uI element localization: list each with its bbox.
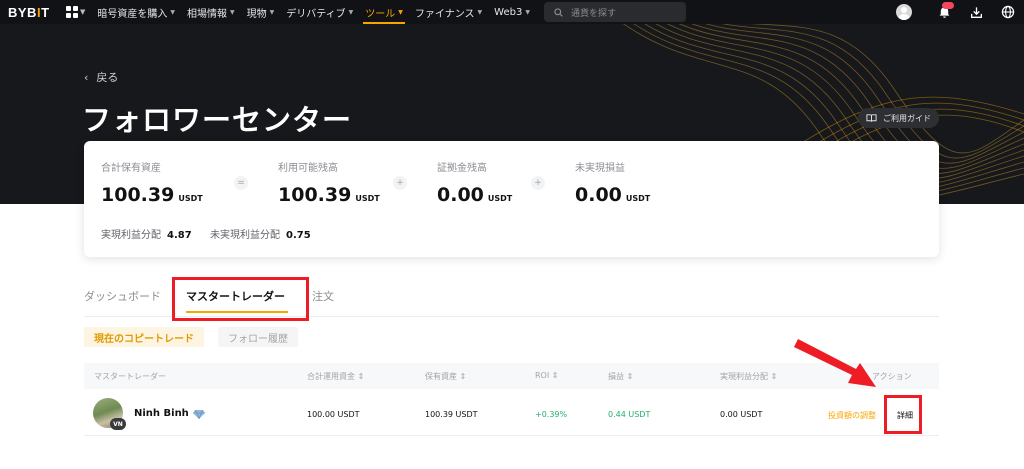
cell-pnl: 0.44 USDT xyxy=(608,410,651,419)
download-icon[interactable] xyxy=(960,0,992,24)
apps-grid-icon[interactable] xyxy=(66,6,78,18)
stat-label: 利用可能残高 xyxy=(278,163,338,174)
notification-badge xyxy=(942,2,954,9)
plus-icon: + xyxy=(393,176,407,190)
subtab-current-copy-trades[interactable]: 現在のコピートレード xyxy=(84,327,204,347)
bybit-logo[interactable]: BYBIT xyxy=(8,5,56,20)
notification-bell-icon[interactable] xyxy=(928,0,960,24)
col-roi[interactable]: ROI ⇕ xyxy=(535,371,558,380)
tab-orders[interactable]: 注文 xyxy=(312,288,334,304)
stat-label: 合計保有資産 xyxy=(101,163,161,174)
cell-invested: 100.00 USDT xyxy=(307,410,360,419)
nav-item-derivatives[interactable]: デリバティブ ▼ xyxy=(280,0,359,24)
trader-name[interactable]: Ninh Binh xyxy=(134,408,205,419)
stat-label: 証拠金残高 xyxy=(437,163,487,174)
user-avatar-icon[interactable] xyxy=(896,4,912,20)
search-placeholder: 通貨を探す xyxy=(570,8,616,19)
equals-icon: = xyxy=(234,176,248,190)
nav-item-web3[interactable]: Web3 ▼ xyxy=(488,0,536,24)
subtab-follow-history[interactable]: フォロー履歴 xyxy=(218,327,298,347)
stat-unrealized-pnl: 未実現損益 0.00 USDT xyxy=(575,159,650,206)
user-guide-label: ご利用ガイド xyxy=(883,113,931,123)
stat-value: 100.39 USDT xyxy=(101,184,203,206)
tab-dashboard[interactable]: ダッシュボード xyxy=(84,288,161,304)
search-input[interactable]: 通貨を探す xyxy=(543,2,686,22)
adjust-investment-button[interactable]: 投資額の調整 xyxy=(828,410,876,421)
nav-item-tools[interactable]: ツール ▼ xyxy=(359,0,409,24)
book-icon xyxy=(866,114,877,122)
nav-item-finance[interactable]: ファイナンス ▼ xyxy=(409,0,488,24)
back-label: 戻る xyxy=(96,71,119,84)
page-root: BYBIT ▼ 暗号資産を購入 ▼ 相場情報 ▼ 現物 ▼ デリバティブ ▼ ツール ▼ … xyxy=(0,0,1024,469)
col-total-invested[interactable]: 合計運用資金 ⇕ xyxy=(307,371,364,382)
cell-holdings: 100.39 USDT xyxy=(425,410,478,419)
unrealized-profit-share: 未実現利益分配 0.75 xyxy=(210,230,311,241)
chevron-down-icon: ▼ xyxy=(80,8,86,16)
nav-right-group xyxy=(896,0,1024,24)
back-link[interactable]: ‹ 戻る xyxy=(84,69,118,85)
diamond-badge-icon xyxy=(192,409,205,419)
asset-summary-card: 合計保有資産 100.39 USDT = 利用可能残高 100.39 USDT + … xyxy=(84,141,939,257)
stat-total-assets: 合計保有資産 100.39 USDT xyxy=(101,159,203,206)
cell-roi: +0.39% xyxy=(535,410,568,419)
nav-item-spot[interactable]: 現物 ▼ xyxy=(241,0,281,24)
top-nav: BYBIT ▼ 暗号資産を購入 ▼ 相場情報 ▼ 現物 ▼ デリバティブ ▼ ツール ▼ … xyxy=(0,0,1024,24)
col-realized-share[interactable]: 実現利益分配 ⇕ xyxy=(720,371,777,382)
stat-available-balance: 利用可能残高 100.39 USDT xyxy=(278,159,380,206)
plus-icon: + xyxy=(531,176,545,190)
stat-label: 未実現損益 xyxy=(575,163,625,174)
country-badge: VN xyxy=(110,418,126,430)
nav-item-buy-crypto[interactable]: 暗号資産を購入 ▼ xyxy=(91,0,181,24)
stat-value: 0.00 USDT xyxy=(575,184,651,206)
page-title: フォロワーセンター xyxy=(82,103,353,137)
annotation-arrow-icon xyxy=(794,339,876,387)
annotation-box-details xyxy=(884,395,922,434)
col-pnl[interactable]: 損益 ⇕ xyxy=(608,371,633,382)
stat-margin-balance: 証拠金残高 0.00 USDT xyxy=(437,159,512,206)
user-guide-button[interactable]: ご利用ガイド xyxy=(858,108,939,128)
cell-realized-share: 0.00 USDT xyxy=(720,410,763,419)
globe-icon[interactable] xyxy=(992,0,1024,24)
stat-value: 0.00 USDT xyxy=(437,184,513,206)
stat-value: 100.39 USDT xyxy=(278,184,380,206)
nav-item-markets[interactable]: 相場情報 ▼ xyxy=(181,0,241,24)
col-master-trader: マスタートレーダー xyxy=(94,372,166,381)
annotation-box-master-trader-tab xyxy=(172,277,309,321)
col-holdings[interactable]: 保有資産 ⇕ xyxy=(425,371,466,382)
search-icon xyxy=(554,7,563,17)
chevron-left-icon: ‹ xyxy=(84,70,89,84)
realized-profit-share: 実現利益分配 4.87 xyxy=(101,230,192,241)
